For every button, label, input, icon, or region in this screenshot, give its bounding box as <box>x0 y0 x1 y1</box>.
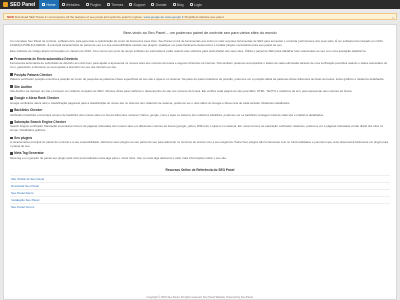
nav-item-login[interactable]: Login <box>187 0 205 9</box>
bullet-icon <box>10 85 13 88</box>
section-text: Meta tag é um gerador de painel seo plug… <box>10 155 227 160</box>
reference-list: Site Oficial do Seo Panel Download Seo P… <box>10 175 390 210</box>
user-icon <box>189 3 193 6</box>
nav-item-plugins[interactable]: Plugins <box>83 0 104 9</box>
palette-icon <box>106 3 110 6</box>
section-text: A característica principal do painel de … <box>10 140 389 148</box>
reference-link[interactable]: Seo Panel Demo <box>10 189 390 196</box>
close-icon[interactable]: × <box>392 14 394 19</box>
section-text: Site Auditor vai rastrear um site e forn… <box>10 88 353 93</box>
section-heading: Site Auditor <box>10 85 390 89</box>
top-navbar: SEO Panel Home Websites Plugins Themes S… <box>0 0 400 9</box>
bullet-icon <box>10 73 13 76</box>
section-text: Search Engine verificador Saturação enco… <box>10 124 384 133</box>
home-icon <box>42 3 46 6</box>
section-heading: Meta Tag Generator <box>10 151 390 155</box>
intro-paragraph-1: Um completo Seo Panel de controle, softw… <box>10 39 383 47</box>
intro-paragraph-2: Este software de código aberto foi lança… <box>10 49 367 54</box>
section-heading: Backlinks Checker <box>10 108 390 112</box>
main-content-panel: Bem-vindo ao Seo Panel – um poderoso pai… <box>3 24 397 300</box>
footer: Copyright © 2010 Seo Panel. All rights r… <box>146 296 254 299</box>
bullet-icon <box>10 97 13 100</box>
reference-link[interactable]: Seo Panel Forum <box>10 203 390 210</box>
nav-item-blog[interactable]: Blog <box>170 0 187 9</box>
reference-link[interactable]: Download Seo Panel <box>10 182 390 189</box>
seo-panel-logo-icon <box>3 2 8 7</box>
help-icon <box>129 3 133 6</box>
reference-title: Recursos Online de Referência do SEO Pan… <box>165 168 235 173</box>
section-heading: Google e Alexa Rank Checker <box>10 96 390 100</box>
main-nav: Home Websites Plugins Themes Support Don… <box>39 0 205 9</box>
reference-link[interactable]: Site Oficial do Seo Panel <box>10 175 390 182</box>
section-text: Verificador backlinks encontrará número … <box>10 112 324 117</box>
nav-item-support[interactable]: Support <box>126 0 148 9</box>
bullet-icon <box>10 120 13 124</box>
page-title: Bem-vindo ao Seo Panel – um poderoso pai… <box>123 31 277 35</box>
section-text: Ferramenta automática de submissão de di… <box>10 61 388 69</box>
plug-icon <box>85 3 89 6</box>
bullet-icon <box>10 136 13 140</box>
brand[interactable]: SEO Panel <box>0 0 39 9</box>
blog-icon <box>172 3 176 6</box>
nav-item-websites[interactable]: Websites <box>59 0 83 9</box>
bullet-icon <box>10 109 13 112</box>
notice-text: Download SEO Panel 4.x and explore all t… <box>14 15 143 19</box>
bullet-icon <box>10 57 13 61</box>
globe-icon <box>61 3 65 6</box>
app-title: SEO Panel <box>10 1 36 8</box>
notice-text-2: Simplified software seo panel. <box>184 15 225 19</box>
nav-item-themes[interactable]: Themes <box>104 0 126 9</box>
reference-link[interactable]: Instalação Seo Panel <box>10 196 390 203</box>
section-text: Palavra verificador posição encontra a p… <box>10 76 385 81</box>
section-text: Google verificador alexa rank e classifi… <box>10 100 291 105</box>
bullet-icon <box>10 152 13 155</box>
nav-item-home[interactable]: Home <box>39 0 59 9</box>
new-badge: NEW <box>7 15 14 19</box>
notice-link[interactable]: www.google.de www.google.fr <box>144 15 184 19</box>
announcement-bar: NEW Download SEO Panel 4.x and explore a… <box>3 13 397 20</box>
heart-icon <box>151 3 155 6</box>
reference-resources: Recursos Online de Referência do SEO Pan… <box>10 168 390 210</box>
nav-item-donate[interactable]: Donate <box>148 0 169 9</box>
